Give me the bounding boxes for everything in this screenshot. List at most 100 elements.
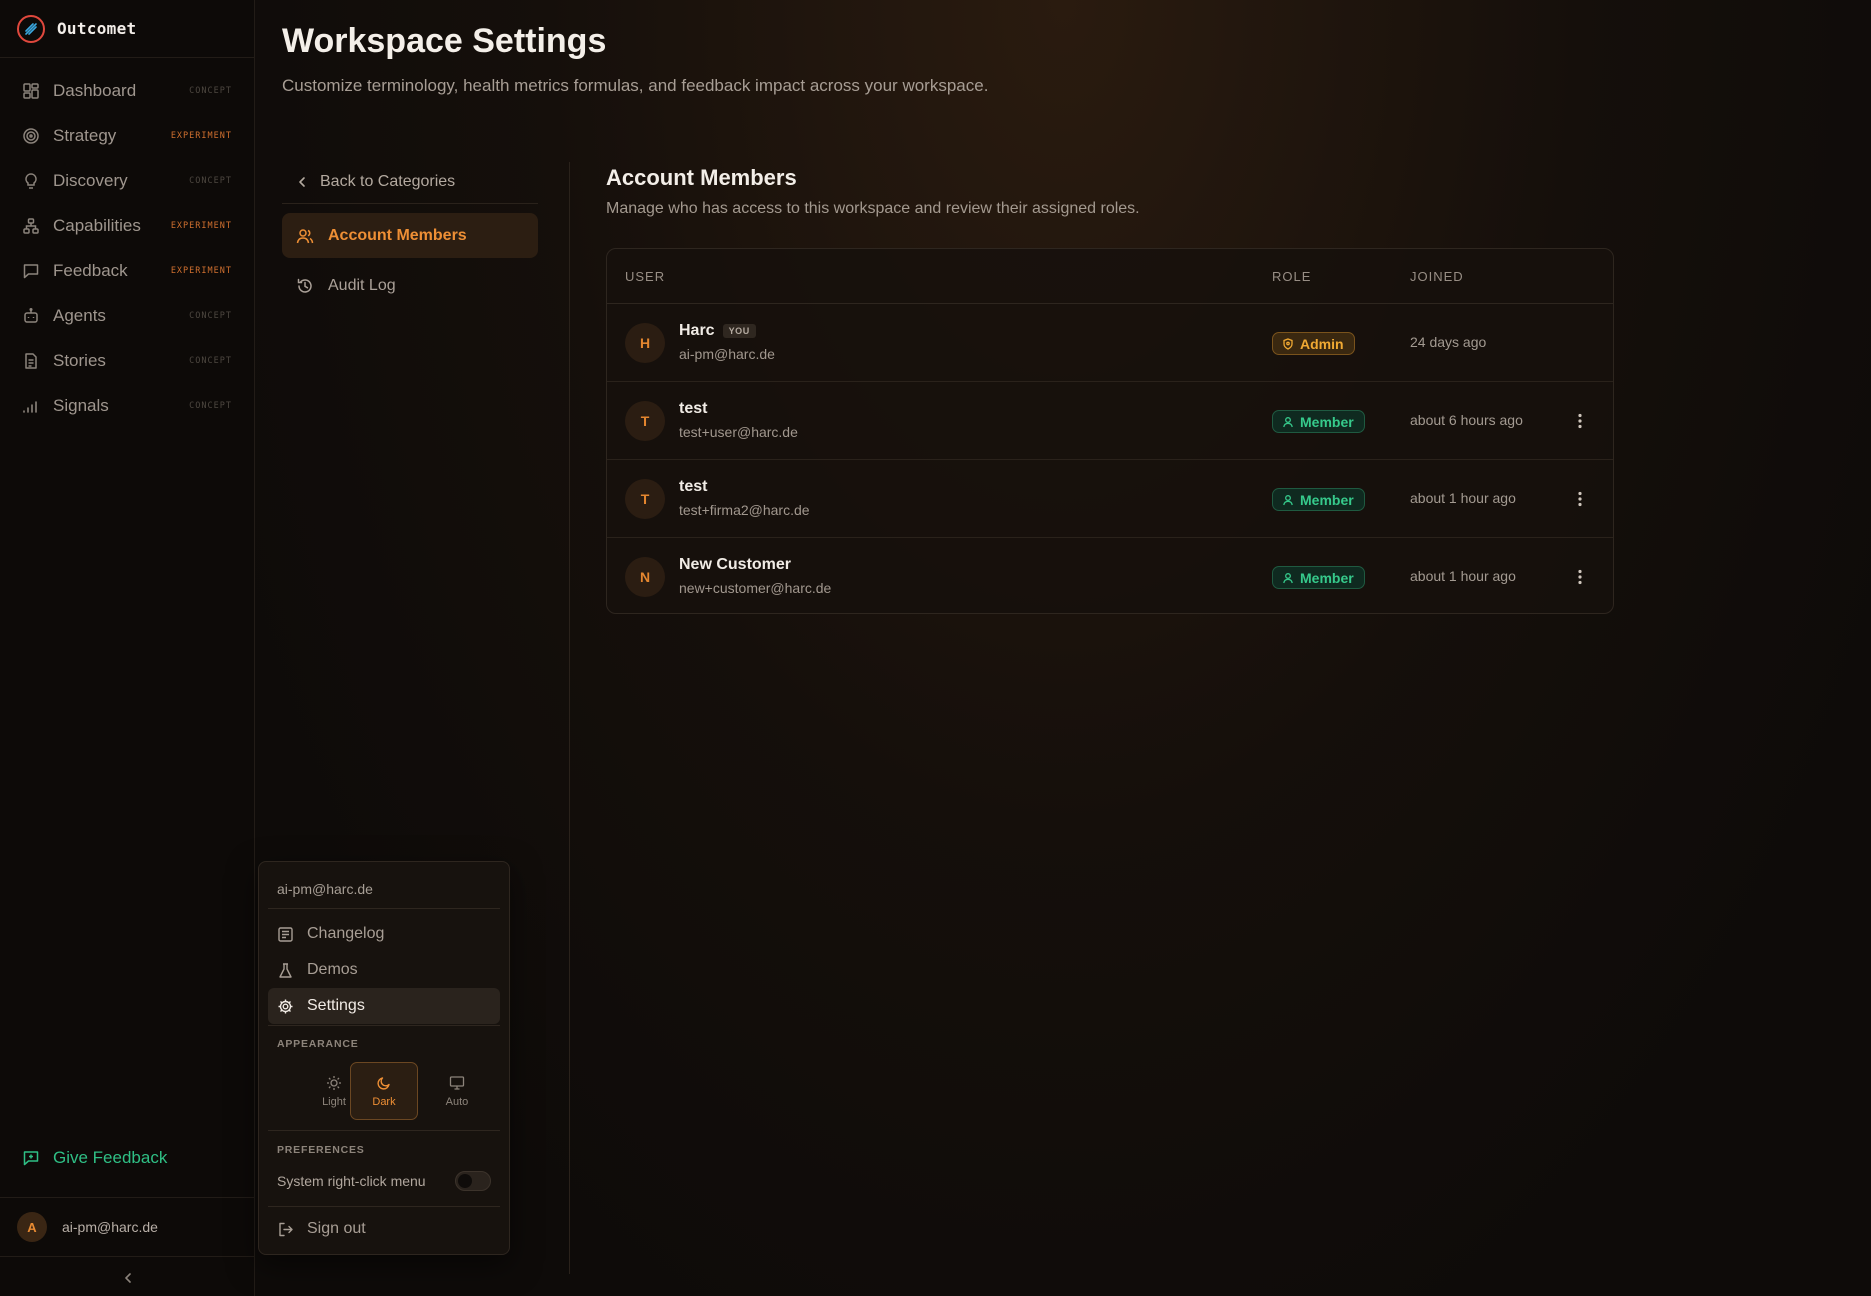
status-tag: CONCEPT: [189, 85, 232, 96]
menu-item-label: Settings: [307, 997, 365, 1014]
sidebar-item-signals[interactable]: Signals CONCEPT: [0, 383, 254, 428]
menu-item-label: Changelog: [307, 925, 385, 942]
member-name: Harc YOU: [679, 322, 756, 340]
theme-label: Dark: [372, 1095, 396, 1108]
settings-subnav: Back to Categories Account Members Audit…: [282, 160, 538, 313]
preferences-label: PREFERENCES: [277, 1144, 365, 1156]
brand[interactable]: Outcomet: [0, 0, 254, 58]
members-table: USER ROLE JOINED H Harc YOU ai-pm@harc.d…: [606, 248, 1614, 614]
more-vertical-icon: [1578, 491, 1582, 507]
message-square-icon: [22, 262, 40, 280]
history-icon: [296, 277, 328, 295]
appearance-label: APPEARANCE: [277, 1038, 359, 1050]
sidebar-item-discovery[interactable]: Discovery CONCEPT: [0, 158, 254, 203]
sun-icon: [326, 1075, 342, 1096]
subnav-item-audit-log[interactable]: Audit Log: [282, 263, 538, 308]
sidebar-item-dashboard[interactable]: Dashboard CONCEPT: [0, 68, 254, 113]
theme-auto-button[interactable]: Auto: [423, 1062, 491, 1120]
status-tag: CONCEPT: [189, 400, 232, 411]
sidebar-item-agents[interactable]: Agents CONCEPT: [0, 293, 254, 338]
avatar: T: [625, 479, 665, 519]
member-email: new+customer@harc.de: [679, 580, 832, 596]
sidebar-item-feedback[interactable]: Feedback EXPERIMENT: [0, 248, 254, 293]
sidebar-item-strategy[interactable]: Strategy EXPERIMENT: [0, 113, 254, 158]
joined-date: about 6 hours ago: [1410, 412, 1523, 428]
newspaper-icon: [277, 926, 307, 943]
role-label: Member: [1300, 569, 1354, 586]
sidebar-item-label: Agents: [53, 305, 106, 325]
outcomet-logo-icon: [17, 14, 45, 43]
app-name: Outcomet: [57, 19, 137, 38]
sign-out-button[interactable]: Sign out: [268, 1211, 500, 1247]
table-row: T test test+firma2@harc.de Member about …: [607, 460, 1613, 538]
lightbulb-icon: [22, 172, 40, 190]
collapse-sidebar-button[interactable]: [118, 1268, 138, 1288]
give-feedback-label: Give Feedback: [53, 1148, 168, 1167]
table-row: N New Customer new+customer@harc.de Memb…: [607, 538, 1613, 613]
role-badge: Admin: [1272, 332, 1355, 355]
divider: [268, 1206, 500, 1207]
flask-icon: [277, 962, 307, 979]
right-click-pref-label: System right-click menu: [277, 1173, 426, 1189]
users-icon: [296, 227, 328, 245]
chevron-left-icon: [118, 1268, 138, 1288]
sidebar-item-stories[interactable]: Stories CONCEPT: [0, 338, 254, 383]
divider: [268, 1130, 500, 1131]
row-actions-button[interactable]: [1569, 488, 1591, 510]
page-subtitle: Customize terminology, health metrics fo…: [282, 76, 989, 95]
menu-item-demos[interactable]: Demos: [268, 952, 500, 988]
role-badge: Member: [1272, 410, 1365, 433]
row-actions-button[interactable]: [1569, 410, 1591, 432]
role-label: Member: [1300, 413, 1354, 430]
sidebar-item-capabilities[interactable]: Capabilities EXPERIMENT: [0, 203, 254, 248]
subnav-item-account-members[interactable]: Account Members: [282, 213, 538, 258]
user-account-button[interactable]: A ai-pm@harc.de: [0, 1197, 254, 1257]
sidebar-item-label: Dashboard: [53, 80, 137, 100]
menu-item-settings[interactable]: Settings: [268, 988, 500, 1024]
sidebar-item-label: Stories: [53, 350, 106, 370]
message-plus-icon: [22, 1149, 53, 1167]
you-badge: YOU: [722, 324, 756, 338]
status-tag: EXPERIMENT: [170, 265, 232, 276]
sidebar-nav: Dashboard CONCEPT Strategy EXPERIMENT Di…: [0, 58, 254, 428]
network-icon: [22, 217, 40, 235]
layout-grid-icon: [22, 82, 40, 100]
divider: [569, 162, 570, 1274]
status-tag: CONCEPT: [189, 175, 232, 186]
status-tag: EXPERIMENT: [170, 220, 232, 231]
right-click-toggle[interactable]: [455, 1171, 491, 1191]
user-icon: [1282, 572, 1300, 584]
log-out-icon: [277, 1221, 307, 1238]
member-email: ai-pm@harc.de: [679, 346, 775, 362]
subnav-item-label: Account Members: [328, 226, 467, 244]
sidebar-item-label: Signals: [53, 395, 109, 415]
member-name: test: [679, 478, 708, 495]
role-badge: Member: [1272, 566, 1365, 589]
sidebar-item-label: Capabilities: [53, 215, 141, 235]
member-name-text: Harc: [679, 322, 715, 339]
menu-item-changelog[interactable]: Changelog: [268, 916, 500, 952]
row-actions-button[interactable]: [1569, 566, 1591, 588]
theme-dark-button[interactable]: Dark: [350, 1062, 418, 1120]
member-email: test+user@harc.de: [679, 424, 798, 440]
sidebar-item-label: Discovery: [53, 170, 128, 190]
shield-icon: [1282, 337, 1300, 350]
divider: [268, 1025, 500, 1026]
joined-date: about 1 hour ago: [1410, 568, 1516, 584]
divider: [268, 908, 500, 909]
sidebar: Outcomet Dashboard CONCEPT Strategy EXPE…: [0, 0, 255, 1296]
toggle-knob: [458, 1174, 472, 1188]
subnav-item-label: Audit Log: [328, 276, 396, 294]
back-to-categories-link[interactable]: Back to Categories: [282, 160, 538, 204]
back-link-label: Back to Categories: [320, 172, 456, 190]
role-label: Member: [1300, 491, 1354, 508]
user-menu-email: ai-pm@harc.de: [277, 881, 373, 897]
menu-item-label: Demos: [307, 961, 358, 978]
user-email: ai-pm@harc.de: [62, 1219, 158, 1235]
give-feedback-button[interactable]: Give Feedback: [22, 1148, 167, 1168]
table-row: H Harc YOU ai-pm@harc.de Admin 24 days a…: [607, 304, 1613, 382]
role-label: Admin: [1300, 335, 1344, 352]
bot-icon: [22, 307, 40, 325]
joined-date: about 1 hour ago: [1410, 490, 1516, 506]
sidebar-item-label: Feedback: [53, 260, 128, 280]
